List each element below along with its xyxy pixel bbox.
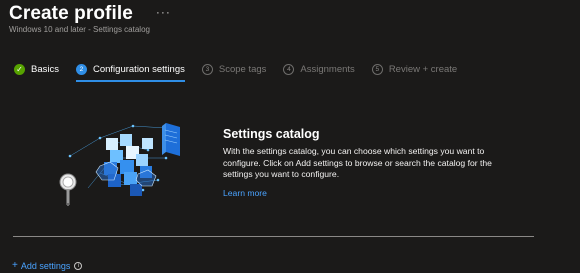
page-title: Create profile — [9, 3, 133, 24]
step-number: 3 — [201, 63, 213, 75]
step-label: Review + create — [388, 63, 458, 75]
plus-icon: + — [12, 260, 18, 271]
add-settings-button[interactable]: + Add settings i — [12, 260, 83, 271]
step-label: Assignments — [300, 63, 355, 75]
info-icon[interactable]: i — [74, 261, 83, 270]
learn-more-link[interactable]: Learn more — [223, 188, 267, 198]
info-heading: Settings catalog — [223, 127, 320, 141]
step-basics[interactable]: ✓ Basics — [14, 60, 59, 78]
step-number: 2 — [75, 63, 87, 75]
settings-catalog-illustration — [59, 123, 180, 206]
step-assignments[interactable]: 4 Assignments — [283, 60, 355, 78]
divider — [13, 236, 534, 237]
step-review-create[interactable]: 5 Review + create — [371, 60, 458, 78]
checkmark-icon: ✓ — [14, 63, 25, 75]
step-label: Configuration settings — [92, 63, 185, 75]
title-row: Create profile ··· — [9, 3, 171, 25]
step-label: Basics — [31, 63, 59, 75]
step-configuration-settings[interactable]: 2 Configuration settings — [75, 60, 185, 82]
wizard-steps: ✓ Basics 2 Configuration settings 3 Scop… — [14, 60, 474, 82]
page-subtitle: Windows 10 and later - Settings catalog — [9, 25, 150, 34]
step-scope-tags[interactable]: 3 Scope tags — [201, 60, 267, 78]
step-label: Scope tags — [218, 63, 267, 75]
settings-catalog-info: Settings catalog With the settings catal… — [223, 127, 523, 201]
step-number: 5 — [371, 63, 383, 75]
info-description: With the settings catalog, you can choos… — [223, 146, 492, 179]
step-number: 4 — [283, 63, 295, 75]
add-settings-label: Add settings — [20, 260, 71, 271]
more-options-button[interactable]: ··· — [156, 5, 171, 19]
